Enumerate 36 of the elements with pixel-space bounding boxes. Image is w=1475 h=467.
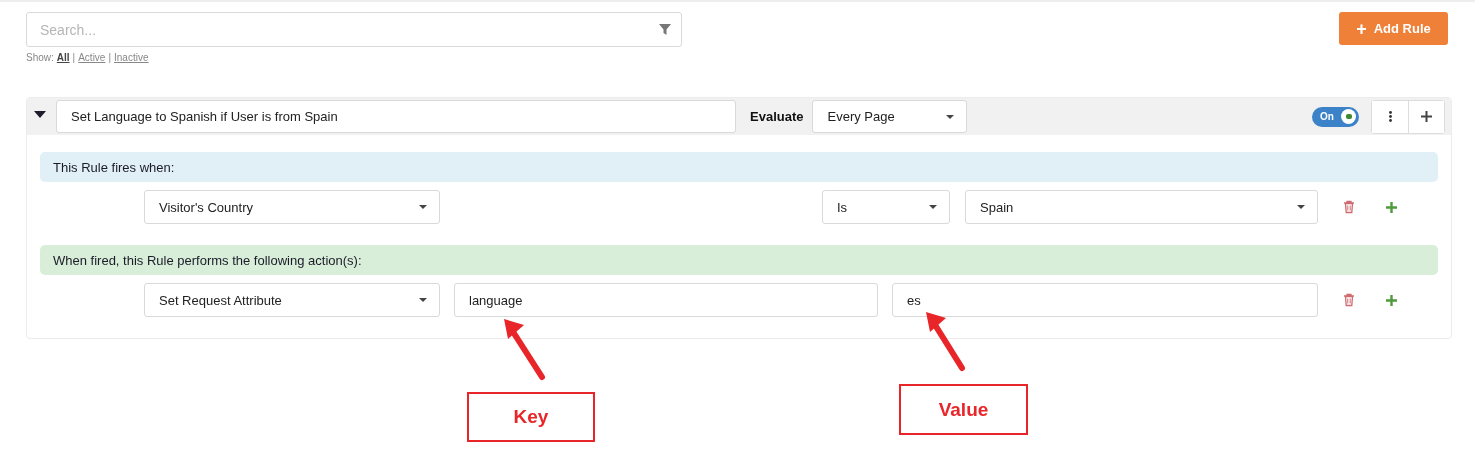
caret-icon (1297, 205, 1305, 209)
callout-label: Value (899, 384, 1028, 435)
caret-icon (419, 298, 427, 302)
actions-heading: When fired, this Rule performs the following action(s): (40, 245, 1438, 275)
filter-icon[interactable] (659, 24, 671, 35)
filter-link[interactable]: All (56, 52, 70, 63)
value-dropdown[interactable]: Spain (965, 190, 1318, 224)
show-label: Show: (26, 52, 54, 63)
action-type-dropdown[interactable]: Set Request Attribute (144, 283, 440, 317)
pointer-arrow (926, 312, 965, 371)
search-field[interactable]: Search... (26, 12, 682, 47)
toggle-switch[interactable]: On (1312, 106, 1359, 127)
evaluate-label: Evaluate (750, 109, 804, 124)
add-icon[interactable] (1386, 294, 1397, 306)
rule-name-field[interactable]: Set Language to Spanish if User is from Spain (56, 100, 736, 133)
callout-label: Key (467, 392, 595, 442)
condition-field-dropdown[interactable]: Visitor's Country (144, 190, 440, 224)
separator: | (108, 52, 112, 63)
operator-dropdown[interactable]: Is (822, 190, 950, 224)
caret-icon (419, 205, 427, 209)
pointer-arrow (504, 319, 545, 380)
kebab-icon (1388, 111, 1392, 122)
trash-icon[interactable] (1343, 293, 1355, 307)
add-button[interactable] (1408, 100, 1444, 133)
separator: | (72, 52, 76, 63)
evaluate-dropdown[interactable]: Every Page (812, 100, 968, 133)
filter-link[interactable]: Active (78, 52, 106, 63)
filter-link[interactable]: Inactive (114, 52, 149, 63)
trash-icon[interactable] (1343, 200, 1355, 214)
add-icon[interactable] (1386, 201, 1397, 213)
caret-icon (929, 205, 937, 209)
value-input-field[interactable]: es (892, 283, 1318, 317)
conditions-heading: This Rule fires when: (40, 152, 1438, 182)
key-input-field[interactable]: language (454, 283, 878, 317)
plus-icon (1421, 111, 1432, 122)
caret-icon (946, 114, 955, 119)
